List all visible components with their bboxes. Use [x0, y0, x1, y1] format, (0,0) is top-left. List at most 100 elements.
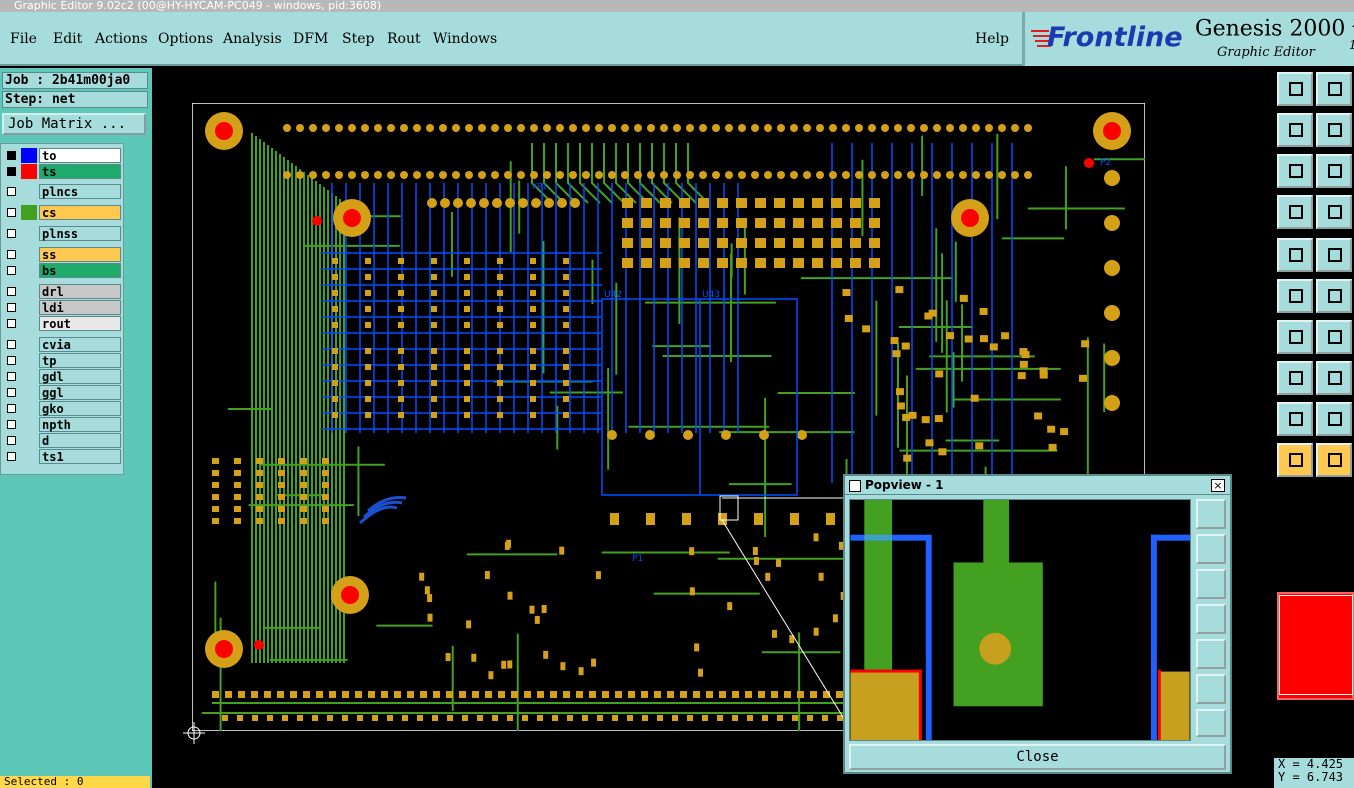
layer-name[interactable]: d	[39, 433, 121, 448]
layer-checkbox[interactable]	[7, 340, 16, 349]
popview-pan-up-icon[interactable]	[1196, 534, 1226, 564]
layer-row-ggl[interactable]: ggl	[3, 385, 121, 400]
layer-name[interactable]: plncs	[39, 184, 121, 199]
layer-row-drl[interactable]: drl	[3, 284, 121, 299]
menu-options[interactable]: Options	[158, 31, 213, 47]
slash-line-icon[interactable]	[1316, 320, 1352, 354]
layer-name[interactable]: ggl	[39, 385, 121, 400]
popview-zoom-in-icon[interactable]	[1196, 674, 1226, 704]
layer-name[interactable]: gko	[39, 401, 121, 416]
layer-row-ldi[interactable]: ldi	[3, 300, 121, 315]
layer-name[interactable]: ldi	[39, 300, 121, 315]
popview-pan-right-icon[interactable]	[1196, 639, 1226, 669]
layer-row-to[interactable]: to	[3, 148, 121, 163]
layer-name[interactable]: ts	[39, 164, 121, 179]
menu-actions[interactable]: Actions	[95, 31, 148, 47]
menu-help[interactable]: Help	[975, 31, 1009, 47]
snap-icon[interactable]	[1277, 238, 1313, 272]
layer-name[interactable]: cvia	[39, 337, 121, 352]
zoom-fit-icon[interactable]	[1277, 154, 1313, 188]
layer-name[interactable]: cs	[39, 205, 121, 220]
layer-checkbox[interactable]	[7, 250, 16, 259]
select-active-icon[interactable]	[1316, 443, 1352, 477]
zoom-home-icon[interactable]	[1316, 154, 1352, 188]
layer-row-plnss[interactable]: plnss	[3, 226, 121, 241]
layer-checkbox[interactable]	[7, 266, 16, 275]
layer-row-ts1[interactable]: ts1	[3, 449, 121, 464]
popview-pan-left-icon[interactable]	[1196, 604, 1226, 634]
layer-checkbox[interactable]	[7, 452, 16, 461]
layer-checkbox[interactable]	[7, 388, 16, 397]
menu-file[interactable]: File	[10, 31, 37, 47]
measure-icon[interactable]	[1316, 238, 1352, 272]
popview-pan-down-icon[interactable]	[1196, 569, 1226, 599]
minus-line-icon[interactable]	[1316, 361, 1352, 395]
board-label-u42: U42	[604, 290, 622, 300]
layer-checkbox[interactable]	[7, 319, 16, 328]
pan-up-icon[interactable]	[1277, 72, 1313, 106]
layer-color-swatch	[21, 284, 37, 299]
layer-name[interactable]: ss	[39, 247, 121, 262]
triangle-icon[interactable]	[1277, 402, 1313, 436]
layer-checkbox[interactable]	[7, 151, 16, 160]
layer-row-rout[interactable]: rout	[3, 316, 121, 331]
job-label: Job : 2b41m00ja0	[2, 72, 148, 89]
arrow-triangle-icon[interactable]	[1316, 402, 1352, 436]
popview-zoom-out-icon[interactable]	[1196, 709, 1226, 737]
menu-rout[interactable]: Rout	[387, 31, 421, 47]
pan-left-icon[interactable]	[1277, 113, 1313, 147]
popview-zoom-fit-icon[interactable]	[1196, 499, 1226, 529]
layer-row-gdl[interactable]: gdl	[3, 369, 121, 384]
popview-window[interactable]: Popview - 1 × Close	[843, 474, 1232, 774]
net-icon[interactable]	[1277, 279, 1313, 313]
pad-icon[interactable]	[1277, 361, 1313, 395]
layer-row-tp[interactable]: tp	[3, 353, 121, 368]
menu-dfm[interactable]: DFM	[293, 31, 328, 47]
pan-down-icon[interactable]	[1316, 72, 1352, 106]
layer-name[interactable]: drl	[39, 284, 121, 299]
draw-line-icon[interactable]	[1277, 320, 1313, 354]
layer-row-bs[interactable]: bs	[3, 263, 121, 278]
cross-icon[interactable]	[1316, 279, 1352, 313]
layer-checkbox[interactable]	[7, 404, 16, 413]
layer-name[interactable]: ts1	[39, 449, 121, 464]
settings-icon[interactable]	[1277, 195, 1313, 229]
layer-checkbox[interactable]	[7, 229, 16, 238]
pan-right-icon[interactable]	[1316, 113, 1352, 147]
popview-canvas[interactable]	[849, 499, 1191, 741]
layer-checkbox[interactable]	[7, 436, 16, 445]
layer-name[interactable]: to	[39, 148, 121, 163]
layer-checkbox[interactable]	[7, 356, 16, 365]
layer-checkbox[interactable]	[7, 167, 16, 176]
layer-name[interactable]: bs	[39, 263, 121, 278]
layer-name[interactable]: gdl	[39, 369, 121, 384]
layer-checkbox[interactable]	[7, 187, 16, 196]
menu-analysis[interactable]: Analysis	[223, 31, 282, 47]
layer-row-ss[interactable]: ss	[3, 247, 121, 262]
layer-name[interactable]: rout	[39, 316, 121, 331]
select-arrow-icon[interactable]	[1277, 443, 1313, 477]
layer-row-gko[interactable]: gko	[3, 401, 121, 416]
menu-windows[interactable]: Windows	[433, 31, 497, 47]
popview-titlebar[interactable]: Popview - 1	[845, 476, 1230, 495]
layer-checkbox[interactable]	[7, 420, 16, 429]
layer-name[interactable]: plnss	[39, 226, 121, 241]
grid-icon[interactable]	[1316, 195, 1352, 229]
layer-row-ts[interactable]: ts	[3, 164, 121, 179]
layer-row-plncs[interactable]: plncs	[3, 184, 121, 199]
layer-row-npth[interactable]: npth	[3, 417, 121, 432]
layer-checkbox[interactable]	[7, 208, 16, 217]
layer-row-cvia[interactable]: cvia	[3, 337, 121, 352]
layer-name[interactable]: tp	[39, 353, 121, 368]
layer-checkbox[interactable]	[7, 372, 16, 381]
layer-checkbox[interactable]	[7, 287, 16, 296]
job-matrix-button[interactable]: Job Matrix ...	[2, 113, 146, 135]
popview-close-button[interactable]: Close	[849, 744, 1226, 770]
popview-close-icon[interactable]: ×	[1211, 479, 1225, 492]
menu-step[interactable]: Step	[342, 31, 374, 47]
layer-row-cs[interactable]: cs	[3, 205, 121, 220]
layer-row-d[interactable]: d	[3, 433, 121, 448]
menu-edit[interactable]: Edit	[53, 31, 82, 47]
layer-checkbox[interactable]	[7, 303, 16, 312]
layer-name[interactable]: npth	[39, 417, 121, 432]
